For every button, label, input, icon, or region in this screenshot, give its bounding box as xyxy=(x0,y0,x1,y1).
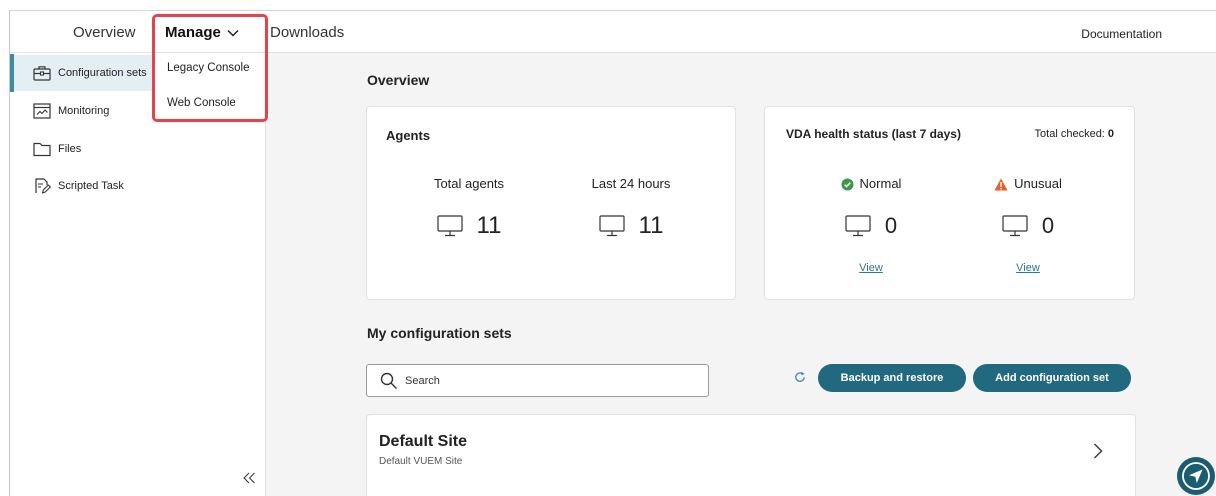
double-chevron-left-icon[interactable] xyxy=(242,472,256,484)
total-agents-value: 11 xyxy=(476,212,502,239)
nav-downloads[interactable]: Downloads xyxy=(270,25,344,41)
refresh-icon[interactable] xyxy=(794,371,806,383)
sidebar-item-files[interactable]: Files xyxy=(10,131,265,167)
agents-title: Agents xyxy=(386,128,431,143)
nav-documentation[interactable]: Documentation xyxy=(1081,27,1162,41)
total-agents-stat: Total agents 11 xyxy=(399,175,539,241)
unusual-status-label: Unusual xyxy=(994,175,1062,193)
chevron-down-icon xyxy=(227,29,239,37)
sidebar-item-label: Monitoring xyxy=(58,105,110,117)
navigation-icon xyxy=(1177,457,1215,495)
recent-agents-label: Last 24 hours xyxy=(591,176,671,191)
nav-manage[interactable]: Manage xyxy=(165,25,239,41)
monitor-icon xyxy=(598,215,625,237)
monitoring-icon xyxy=(33,103,51,119)
vda-health-title: VDA health status (last 7 days) xyxy=(786,127,961,141)
total-checked-label: Total checked: xyxy=(1034,128,1105,140)
sidebar-item-label: Scripted Task xyxy=(58,180,124,192)
unusual-view-link[interactable]: View xyxy=(1016,260,1040,276)
configuration-sets-title: My configuration sets xyxy=(367,325,512,341)
recent-agents-stat: Last 24 hours 11 xyxy=(561,175,701,241)
total-checked-value: 0 xyxy=(1107,128,1114,140)
total-agents-label: Total agents xyxy=(433,176,505,191)
recent-agents-value: 11 xyxy=(638,212,664,239)
add-configuration-set-button[interactable]: Add configuration set xyxy=(973,364,1131,392)
scripted-task-icon xyxy=(33,178,51,194)
sidebar-item-label: Files xyxy=(58,143,82,155)
monitor-icon xyxy=(1002,215,1028,237)
top-navigation: Overview Manage Downloads Documentation xyxy=(10,11,1216,53)
nav-manage-label: Manage xyxy=(165,24,221,41)
sidebar-item-scripted-task[interactable]: Scripted Task xyxy=(10,168,265,204)
configuration-set-card[interactable]: Default Site Default VUEM Site xyxy=(366,414,1136,496)
unusual-value: 0 xyxy=(1041,213,1055,238)
monitor-icon xyxy=(845,215,871,237)
search-input[interactable] xyxy=(405,365,700,396)
page-title: Overview xyxy=(367,72,430,88)
unusual-stat: Unusual 0 View xyxy=(958,175,1098,276)
normal-value: 0 xyxy=(884,213,898,238)
folder-icon xyxy=(33,141,51,157)
total-checked: Total checked: 0 xyxy=(1035,126,1114,142)
backup-and-restore-button[interactable]: Backup and restore xyxy=(818,364,966,392)
nav-overview[interactable]: Overview xyxy=(73,25,136,41)
search-icon xyxy=(380,372,398,390)
normal-label: Normal xyxy=(859,176,902,191)
warning-icon xyxy=(994,178,1008,191)
search-box xyxy=(366,364,709,397)
vda-health-card: VDA health status (last 7 days) Total ch… xyxy=(764,106,1135,300)
monitor-icon xyxy=(436,215,463,237)
check-circle-icon xyxy=(841,177,854,191)
menu-item-web-console[interactable]: Web Console xyxy=(155,88,265,118)
agents-card: Agents Total agents 11 Last 24 hours 11 xyxy=(366,106,736,300)
menu-item-legacy-console[interactable]: Legacy Console xyxy=(155,53,265,83)
normal-stat: Normal 0 View xyxy=(801,175,941,276)
navigation-button[interactable] xyxy=(1177,457,1215,495)
normal-status-label: Normal xyxy=(841,175,902,193)
normal-view-link[interactable]: View xyxy=(859,260,883,276)
chevron-right-icon xyxy=(1093,443,1103,459)
unusual-label: Unusual xyxy=(1014,176,1062,191)
configuration-sets-icon xyxy=(33,65,51,81)
sidebar-item-label: Configuration sets xyxy=(58,67,147,79)
configuration-set-description: Default VUEM Site xyxy=(379,456,463,467)
manage-dropdown-menu: Legacy Console Web Console xyxy=(155,53,265,121)
main-content: Overview Agents Total agents 11 Last 24 … xyxy=(266,53,1216,496)
configuration-set-name: Default Site xyxy=(379,433,468,450)
